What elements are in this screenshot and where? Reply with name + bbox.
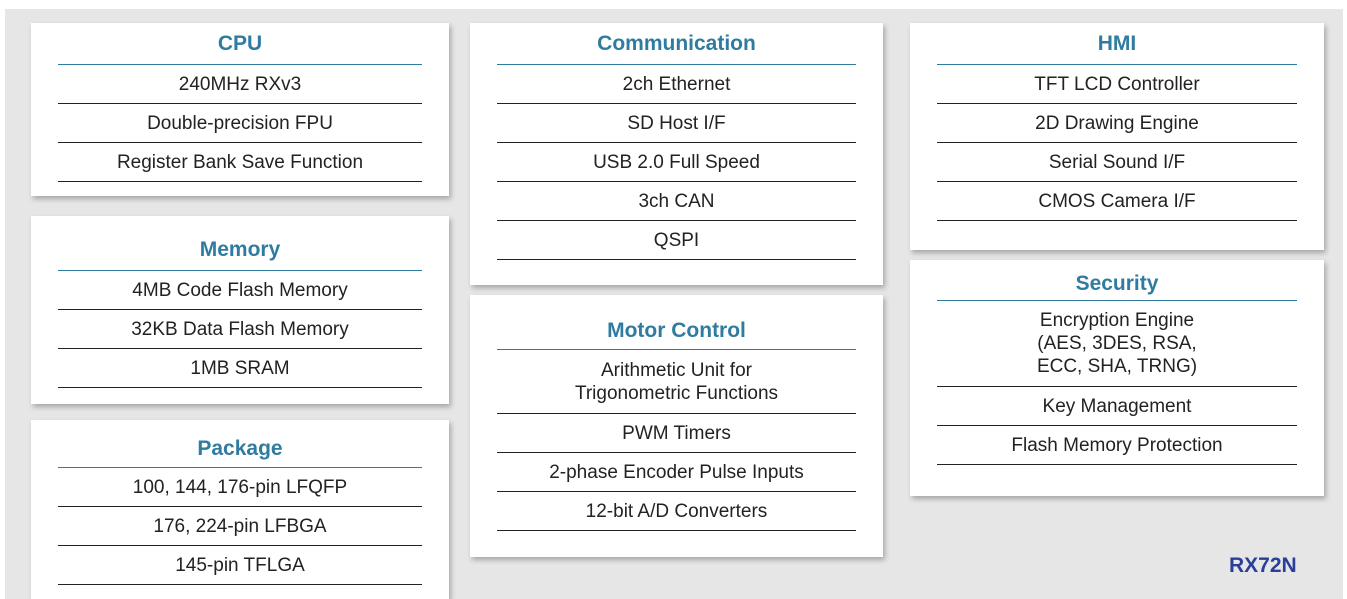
communication-item: QSPI [497,221,856,260]
memory-item: 1MB SRAM [58,349,422,388]
motor-control-item: 2-phase Encoder Pulse Inputs [497,453,856,492]
security-block: Security Encryption Engine (AES, 3DES, R… [910,260,1324,496]
package-block: Package 100, 144, 176-pin LFQFP 176, 224… [31,420,449,599]
hmi-block: HMI TFT LCD Controller 2D Drawing Engine… [910,23,1324,250]
motor-control-item: Arithmetic Unit for Trigonometric Functi… [497,350,856,414]
communication-item: 2ch Ethernet [497,65,856,104]
hmi-item: Serial Sound I/F [937,143,1297,182]
memory-item: 4MB Code Flash Memory [58,271,422,310]
hmi-item: 2D Drawing Engine [937,104,1297,143]
communication-item: 3ch CAN [497,182,856,221]
hmi-item: CMOS Camera I/F [937,182,1297,221]
memory-item: 32KB Data Flash Memory [58,310,422,349]
security-title: Security [937,260,1297,301]
memory-block: Memory 4MB Code Flash Memory 32KB Data F… [31,216,449,404]
memory-title: Memory [58,216,422,271]
cpu-item: Register Bank Save Function [58,143,422,182]
hmi-title: HMI [937,23,1297,65]
package-item: 145-pin TFLGA [58,546,422,585]
package-item: 176, 224-pin LFBGA [58,507,422,546]
communication-item: USB 2.0 Full Speed [497,143,856,182]
motor-control-item: PWM Timers [497,414,856,453]
hmi-item: TFT LCD Controller [937,65,1297,104]
security-item: Key Management [937,387,1297,426]
diagram-canvas: CPU 240MHz RXv3 Double-precision FPU Reg… [5,9,1343,599]
cpu-item: Double-precision FPU [58,104,422,143]
motor-control-title: Motor Control [497,295,856,350]
package-item: 100, 144, 176-pin LFQFP [58,468,422,507]
security-item: Flash Memory Protection [937,426,1297,465]
security-item: Encryption Engine (AES, 3DES, RSA, ECC, … [937,301,1297,387]
communication-title: Communication [497,23,856,65]
cpu-item: 240MHz RXv3 [58,65,422,104]
communication-item: SD Host I/F [497,104,856,143]
motor-control-item: 12-bit A/D Converters [497,492,856,531]
product-name-label: RX72N [1229,554,1297,577]
motor-control-block: Motor Control Arithmetic Unit for Trigon… [470,295,883,557]
cpu-block: CPU 240MHz RXv3 Double-precision FPU Reg… [31,23,449,196]
communication-block: Communication 2ch Ethernet SD Host I/F U… [470,23,883,285]
package-title: Package [58,420,422,468]
cpu-title: CPU [58,23,422,65]
